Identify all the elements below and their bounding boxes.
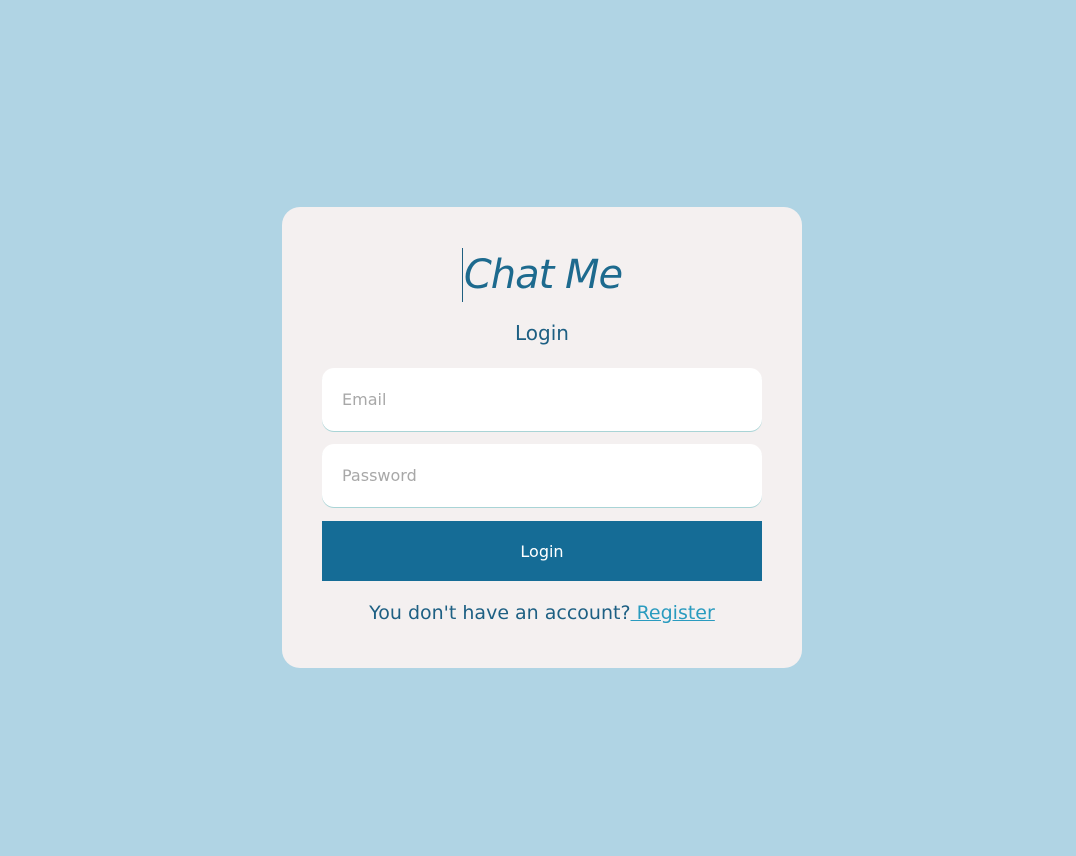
register-prompt-text: You don't have an account? bbox=[369, 602, 631, 624]
login-card: Chat Me Login Login You don't have an ac… bbox=[282, 207, 802, 668]
register-prompt: You don't have an account? Register bbox=[282, 602, 802, 624]
login-button[interactable]: Login bbox=[322, 521, 762, 581]
email-field[interactable] bbox=[322, 368, 762, 431]
brand: Chat Me bbox=[282, 247, 802, 303]
form-heading: Login bbox=[515, 321, 569, 345]
register-link[interactable]: Register bbox=[631, 602, 715, 624]
text-cursor bbox=[461, 248, 463, 302]
app-title: Chat Me bbox=[463, 252, 623, 298]
password-field[interactable] bbox=[322, 444, 762, 507]
